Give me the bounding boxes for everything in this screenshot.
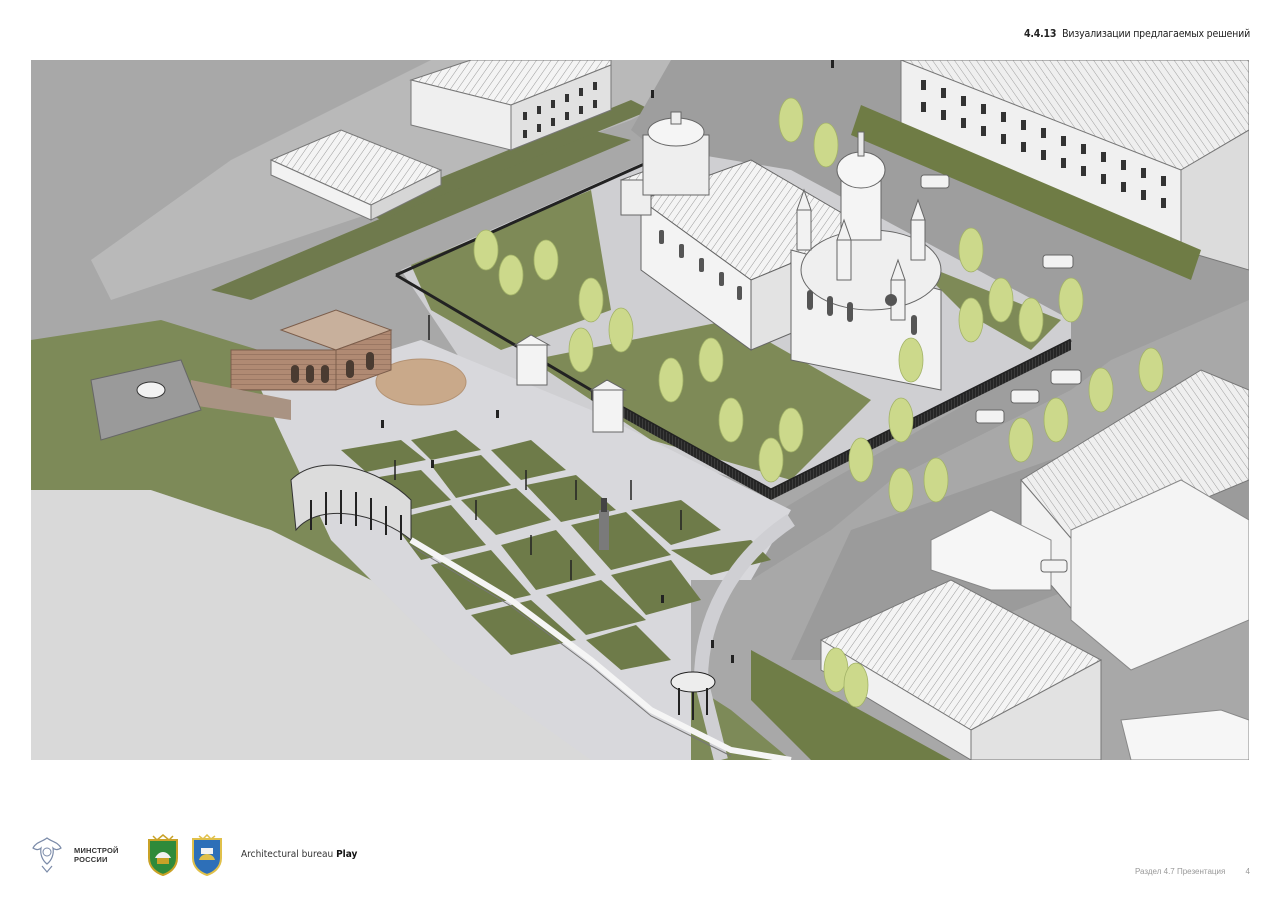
gazebo-lower (670, 671, 716, 693)
section-number: 4.4.13 (1023, 28, 1057, 40)
section-label: Раздел 4.7 Презентация (1134, 867, 1226, 876)
monument-pedestal (599, 510, 609, 550)
aerial-visualization (31, 60, 1249, 760)
page-number: 4 (1245, 867, 1250, 876)
city-coat-of-arms-icon (192, 834, 222, 876)
footer-page-info: Раздел 4.7 Презентация 4 (1135, 867, 1250, 876)
church-central-spire (857, 131, 865, 157)
bureau-name: Play (336, 849, 358, 860)
ministry-label: МИНСТРОЙ РОССИИ (74, 846, 119, 864)
footer-logos: МИНСТРОЙ РОССИИ Architectural bureau Pla… (30, 832, 450, 880)
church-belltower-drum (670, 111, 682, 125)
bureau-prefix: Architectural bureau (241, 849, 334, 860)
brick-building-front (230, 349, 337, 391)
ministry-line-1: МИНСТРОЙ (74, 846, 119, 855)
church-central-cupola (836, 151, 886, 189)
section-header: 4.4.13 Визуализации предлагаемых решений (1024, 28, 1250, 40)
oblast-coat-of-arms-icon (148, 834, 178, 876)
bureau-label: Architectural bureau Play (241, 849, 357, 860)
double-headed-eagle-emblem (32, 837, 62, 873)
section-title: Визуализации предлагаемых решений (1062, 28, 1250, 40)
ministry-line-2: РОССИИ (74, 855, 108, 864)
rotunda-pavilion-left (136, 381, 166, 399)
monument-figure (601, 498, 607, 512)
